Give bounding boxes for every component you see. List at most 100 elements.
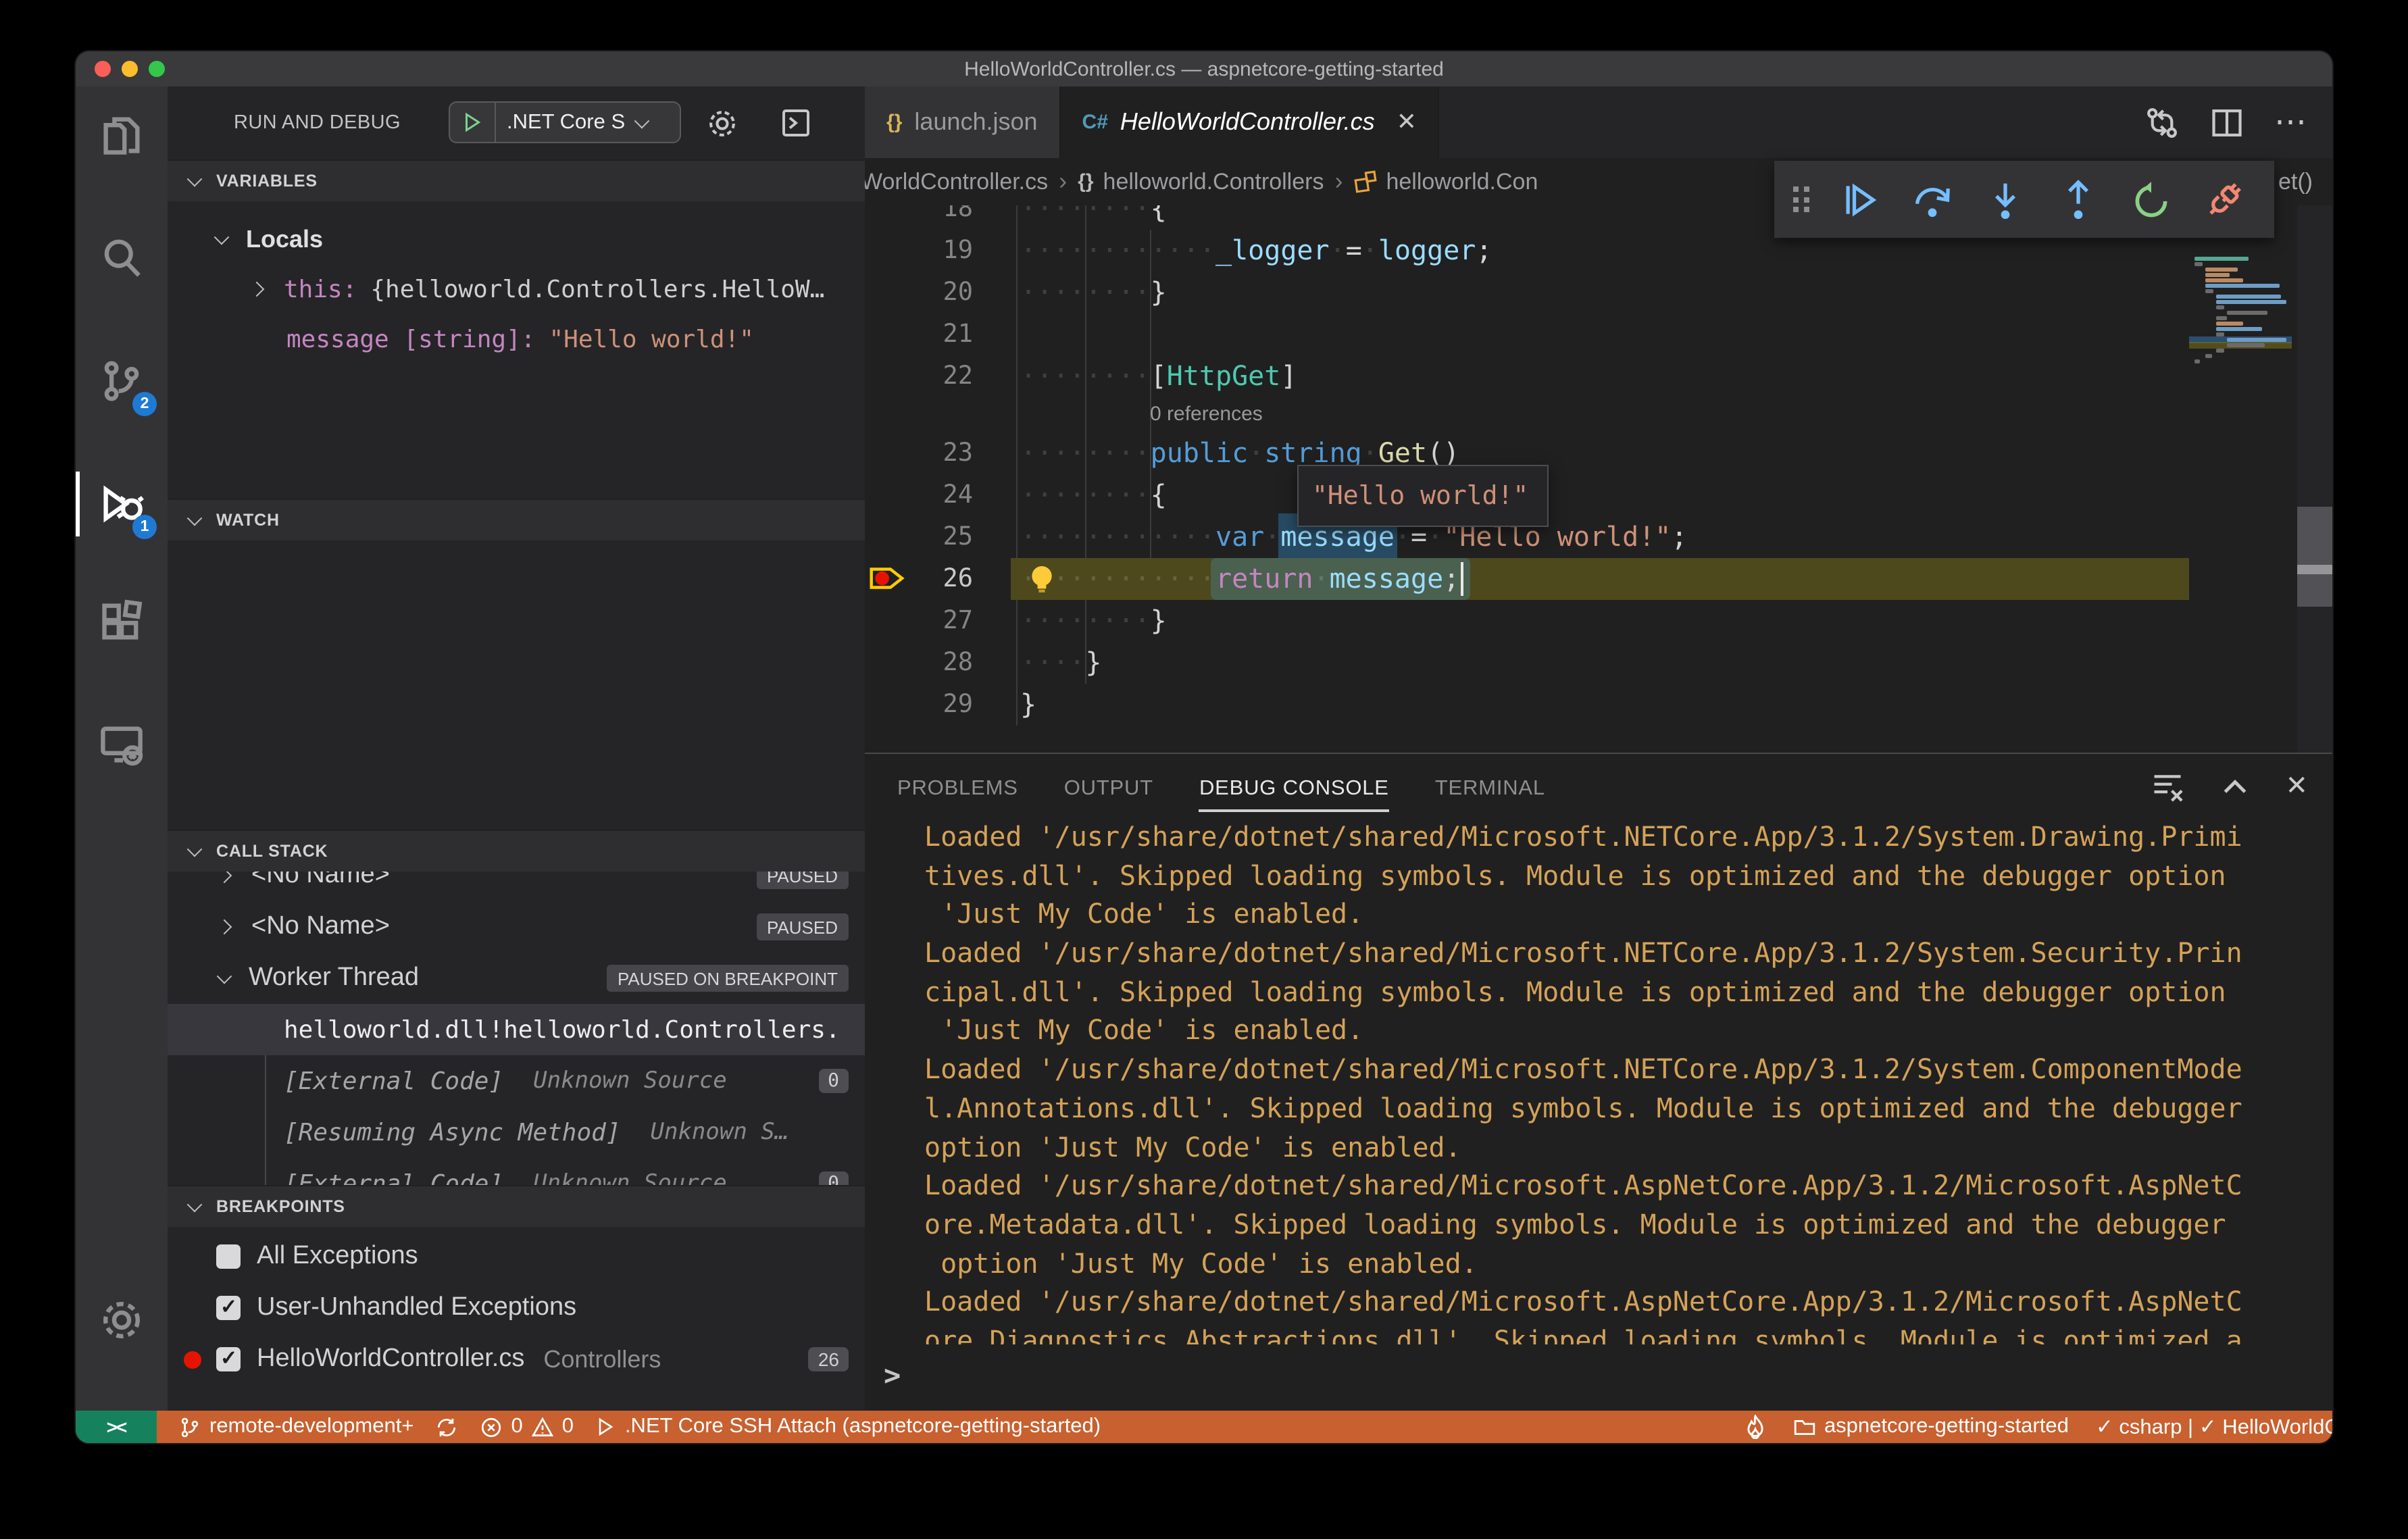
code-line[interactable]: ········} <box>1020 272 1167 313</box>
tab-problems[interactable]: PROBLEMS <box>897 776 1018 806</box>
line-number[interactable]: 25 <box>908 516 973 558</box>
line-number[interactable]: 22 <box>908 355 973 397</box>
zoom-window-button[interactable] <box>149 61 165 77</box>
thread-row[interactable]: <No Name> PAUSED <box>168 901 865 953</box>
restart-button[interactable] <box>2115 161 2188 238</box>
line-number[interactable]: 18 <box>908 205 973 230</box>
line-number[interactable]: 23 <box>908 432 973 474</box>
minimap-code-bar <box>2216 305 2224 309</box>
tab-launch-json[interactable]: {} launch.json <box>865 86 1061 158</box>
tab-helloworldcontroller[interactable]: C# HelloWorldController.cs ✕ <box>1060 86 1440 158</box>
scrollbar-thumb[interactable] <box>2297 507 2332 607</box>
breakpoint-row[interactable]: User-Unhandled Exceptions <box>168 1282 865 1334</box>
continue-button[interactable] <box>1822 161 1895 238</box>
lightbulb-icon[interactable] <box>1027 563 1057 596</box>
stack-frame-row[interactable]: [External Code] Unknown Source 0 <box>168 1158 865 1185</box>
launch-config-dropdown[interactable]: .NET Core S <box>507 110 625 134</box>
close-panel-icon[interactable]: ✕ <box>2285 769 2308 803</box>
watch-section-header[interactable]: WATCH <box>168 499 865 540</box>
sidebar-item-remote-explorer[interactable] <box>76 705 168 784</box>
line-number[interactable]: 19 <box>908 230 973 272</box>
step-into-button[interactable] <box>1968 161 2041 238</box>
line-number[interactable]: 29 <box>908 684 973 726</box>
line-number[interactable]: 27 <box>908 600 973 642</box>
warnings-icon <box>531 1415 554 1438</box>
git-branch-item[interactable]: remote-development+ <box>178 1415 413 1439</box>
remote-indicator[interactable]: >< <box>76 1411 157 1443</box>
sidebar-item-source-control[interactable]: 2 <box>76 342 168 420</box>
tab-terminal[interactable]: TERMINAL <box>1435 776 1545 806</box>
stack-frame-row-selected[interactable]: helloworld.dll!helloworld.Controllers. <box>168 1004 865 1055</box>
tab-debug-console[interactable]: DEBUG CONSOLE <box>1199 776 1390 811</box>
code-line[interactable]: ········{ <box>1020 205 1167 230</box>
debug-settings-button[interactable] <box>699 100 745 146</box>
split-editor-icon[interactable] <box>2209 105 2244 140</box>
breakpoint-checkbox-unchecked[interactable] <box>216 1244 241 1269</box>
code-line[interactable]: ············_logger·=·logger; <box>1020 230 1492 272</box>
code-line[interactable]: ········[HttpGet] <box>1020 355 1297 397</box>
breakpoint-row[interactable]: All Exceptions <box>168 1231 865 1282</box>
code-line[interactable]: } <box>1020 684 1036 726</box>
variable-row-message[interactable]: message [string]: "Hello world!" <box>168 313 865 365</box>
breakpoint-row[interactable]: HelloWorldController.cs Controllers 26 <box>168 1334 865 1385</box>
line-number[interactable]: 21 <box>908 313 973 355</box>
more-actions-icon[interactable]: ⋯ <box>2274 103 2308 142</box>
paused-breakpoint-glyph[interactable] <box>869 565 905 592</box>
variables-scope-row[interactable]: Locals <box>168 213 865 265</box>
tab-output[interactable]: OUTPUT <box>1064 776 1153 806</box>
clear-console-icon[interactable] <box>2150 768 2185 803</box>
sidebar-item-search[interactable] <box>76 219 168 297</box>
step-out-button[interactable] <box>2041 161 2114 238</box>
sidebar-item-explorer[interactable] <box>76 96 168 174</box>
sidebar-item-extensions[interactable] <box>76 582 168 661</box>
disconnect-button[interactable] <box>2188 161 2261 238</box>
step-over-button[interactable] <box>1895 161 1968 238</box>
flame-icon[interactable] <box>1745 1415 1766 1439</box>
editor-scrollbar[interactable] <box>2297 205 2332 753</box>
thread-row[interactable]: <No Name> PAUSED <box>168 872 865 901</box>
title-bar[interactable]: HelloWorldController.cs — aspnetcore-get… <box>76 51 2332 86</box>
variable-row-this[interactable]: this: {helloworld.Controllers.HelloW… <box>168 263 865 315</box>
settings-gear[interactable] <box>76 1281 168 1359</box>
line-number[interactable]: 28 <box>908 642 973 684</box>
call-stack-section-header[interactable]: CALL STACK <box>168 830 865 872</box>
code-line[interactable]: ····} <box>1020 642 1101 684</box>
start-debug-button[interactable] <box>450 103 496 142</box>
breadcrumb-class[interactable]: helloworld.Con <box>1386 168 1538 195</box>
problems-item[interactable]: 0 0 <box>480 1415 574 1439</box>
breadcrumb-namespace[interactable]: helloworld.Controllers <box>1103 168 1324 195</box>
toolbar-drag-grip[interactable] <box>1793 186 1809 212</box>
code-line[interactable]: ············return·message; <box>1020 558 1459 600</box>
codelens-references[interactable]: 0 references <box>1150 397 1263 432</box>
breakpoints-section-header[interactable]: BREAKPOINTS <box>168 1185 865 1227</box>
variable-name: this: <box>284 275 357 303</box>
maximize-panel-icon[interactable] <box>2217 768 2253 803</box>
line-number[interactable]: 26 <box>908 558 973 600</box>
minimize-window-button[interactable] <box>122 61 138 77</box>
breakpoint-checkbox-checked[interactable] <box>216 1294 241 1320</box>
variables-section-header[interactable]: VARIABLES <box>168 159 865 201</box>
open-debug-console-button[interactable] <box>773 100 819 146</box>
code-line[interactable]: ········} <box>1020 600 1167 642</box>
sync-changes-item[interactable] <box>435 1415 458 1438</box>
breadcrumb-method-tail[interactable]: et() <box>2278 168 2313 195</box>
code-token: { <box>1150 205 1167 224</box>
code-line[interactable]: ········{ <box>1020 474 1167 516</box>
sidebar-item-run-and-debug[interactable]: 1 <box>76 465 168 543</box>
workspace-folder-item[interactable]: aspnetcore-getting-started <box>1793 1415 2069 1439</box>
line-number[interactable]: 20 <box>908 272 973 313</box>
thread-row[interactable]: Worker Thread PAUSED ON BREAKPOINT <box>168 953 865 1004</box>
breakpoint-checkbox-checked[interactable] <box>216 1346 241 1371</box>
console-input-prompt[interactable]: > <box>884 1359 901 1392</box>
compare-changes-icon[interactable] <box>2144 105 2180 140</box>
close-window-button[interactable] <box>95 61 111 77</box>
debug-session-item[interactable]: .NET Core SSH Attach (aspnetcore-getting… <box>595 1415 1101 1439</box>
stack-frame-row[interactable]: [External Code] Unknown Source 0 <box>168 1055 865 1107</box>
line-number[interactable]: 24 <box>908 474 973 516</box>
task-status-label[interactable]: ✓ csharp | ✓ HelloWorldCo <box>2096 1414 2332 1440</box>
breadcrumb-file[interactable]: WorldController.cs <box>865 168 1048 195</box>
minimap[interactable] <box>2189 205 2292 476</box>
stack-frame-row[interactable]: [Resuming Async Method] Unknown S… <box>168 1107 865 1158</box>
close-tab-icon[interactable]: ✕ <box>1397 108 1417 136</box>
code-editor[interactable]: 18 19 20 21 22 23 24 25 26 27 28 29 ········{······… <box>865 205 2332 753</box>
